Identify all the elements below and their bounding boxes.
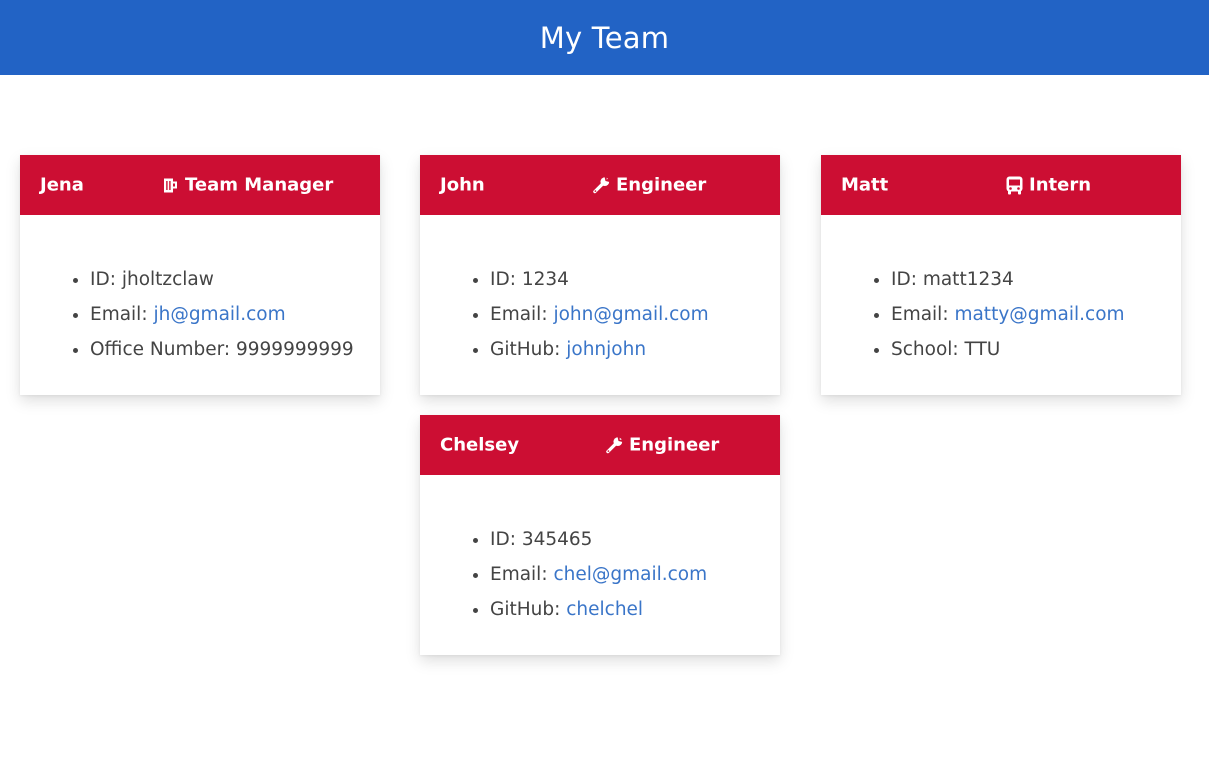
employee-school: School: TTU bbox=[891, 332, 1125, 367]
office-number-label: Office Number: bbox=[90, 339, 236, 360]
employee-name: Matt bbox=[841, 174, 889, 196]
school-value: TTU bbox=[964, 339, 1001, 360]
github-label: GitHub: bbox=[490, 599, 567, 620]
email-link[interactable]: john@gmail.com bbox=[553, 304, 708, 325]
github-link[interactable]: chelchel bbox=[566, 599, 643, 620]
employee-role-label: Engineer bbox=[616, 174, 707, 196]
employee-card-engineer: John Engineer ID: 1234 Email: john@gmail… bbox=[420, 155, 780, 395]
employee-github: GitHub: johnjohn bbox=[490, 332, 709, 367]
card-header: Jena Team Manager bbox=[20, 155, 380, 215]
employee-role: Engineer bbox=[592, 175, 706, 196]
office-number-value: 9999999999 bbox=[236, 339, 354, 360]
employee-details: ID: matt1234 Email: matty@gmail.com Scho… bbox=[821, 262, 1125, 367]
email-link[interactable]: matty@gmail.com bbox=[954, 304, 1124, 325]
employee-role-label: Engineer bbox=[629, 434, 720, 456]
employee-email: Email: matty@gmail.com bbox=[891, 297, 1125, 332]
id-value: jholtzclaw bbox=[121, 269, 214, 290]
employee-details: ID: jholtzclaw Email: jh@gmail.com Offic… bbox=[20, 262, 354, 367]
top-bar: My Team bbox=[0, 0, 1209, 75]
employee-id: ID: 345465 bbox=[490, 522, 707, 557]
employee-role: Intern bbox=[1005, 175, 1091, 196]
employee-card-manager: Jena Team Manager ID: jholtzclaw Email: … bbox=[20, 155, 380, 395]
card-body: ID: 1234 Email: john@gmail.com GitHub: j… bbox=[420, 215, 780, 395]
card-header: Matt Intern bbox=[821, 155, 1181, 215]
employee-id: ID: matt1234 bbox=[891, 262, 1125, 297]
card-header: John Engineer bbox=[420, 155, 780, 215]
employee-email: Email: chel@gmail.com bbox=[490, 557, 707, 592]
card-body: ID: matt1234 Email: matty@gmail.com Scho… bbox=[821, 215, 1181, 395]
email-link[interactable]: jh@gmail.com bbox=[153, 304, 285, 325]
card-body: ID: jholtzclaw Email: jh@gmail.com Offic… bbox=[20, 215, 380, 395]
employee-role-label: Team Manager bbox=[185, 174, 334, 196]
employee-role: Engineer bbox=[605, 435, 719, 456]
id-label: ID: bbox=[490, 529, 522, 550]
id-label: ID: bbox=[891, 269, 923, 290]
employee-id: ID: 1234 bbox=[490, 262, 709, 297]
employee-office-number: Office Number: 9999999999 bbox=[90, 332, 354, 367]
employee-name: Chelsey bbox=[440, 434, 520, 456]
github-label: GitHub: bbox=[490, 339, 567, 360]
employee-github: GitHub: chelchel bbox=[490, 592, 707, 627]
id-label: ID: bbox=[90, 269, 122, 290]
email-label: Email: bbox=[90, 304, 154, 325]
employee-role-label: Intern bbox=[1029, 174, 1092, 196]
employee-details: ID: 1234 Email: john@gmail.com GitHub: j… bbox=[420, 262, 709, 367]
id-value: 1234 bbox=[521, 269, 569, 290]
mug-icon bbox=[164, 178, 177, 192]
employee-details: ID: 345465 Email: chel@gmail.com GitHub:… bbox=[420, 522, 707, 627]
wrench-icon bbox=[606, 436, 623, 454]
employee-email: Email: jh@gmail.com bbox=[90, 297, 354, 332]
employee-email: Email: john@gmail.com bbox=[490, 297, 709, 332]
employee-role: Team Manager bbox=[162, 175, 333, 196]
employee-card-engineer: Chelsey Engineer ID: 345465 Email: chel@… bbox=[420, 415, 780, 655]
email-link[interactable]: chel@gmail.com bbox=[553, 564, 707, 585]
id-value: 345465 bbox=[521, 529, 593, 550]
email-label: Email: bbox=[891, 304, 955, 325]
school-label: School: bbox=[891, 339, 965, 360]
id-label: ID: bbox=[490, 269, 522, 290]
card-header: Chelsey Engineer bbox=[420, 415, 780, 475]
github-link[interactable]: johnjohn bbox=[566, 339, 646, 360]
email-label: Email: bbox=[490, 304, 554, 325]
employee-id: ID: jholtzclaw bbox=[90, 262, 354, 297]
bus-icon bbox=[1006, 176, 1023, 194]
card-body: ID: 345465 Email: chel@gmail.com GitHub:… bbox=[420, 475, 780, 655]
id-value: matt1234 bbox=[922, 269, 1014, 290]
employee-card-intern: Matt Intern ID: matt1234 Email: matty@gm… bbox=[821, 155, 1181, 395]
page-title: My Team bbox=[539, 20, 670, 55]
employee-name: Jena bbox=[40, 174, 84, 196]
wrench-icon bbox=[593, 176, 611, 194]
email-label: Email: bbox=[490, 564, 554, 585]
employee-name: John bbox=[440, 174, 485, 196]
